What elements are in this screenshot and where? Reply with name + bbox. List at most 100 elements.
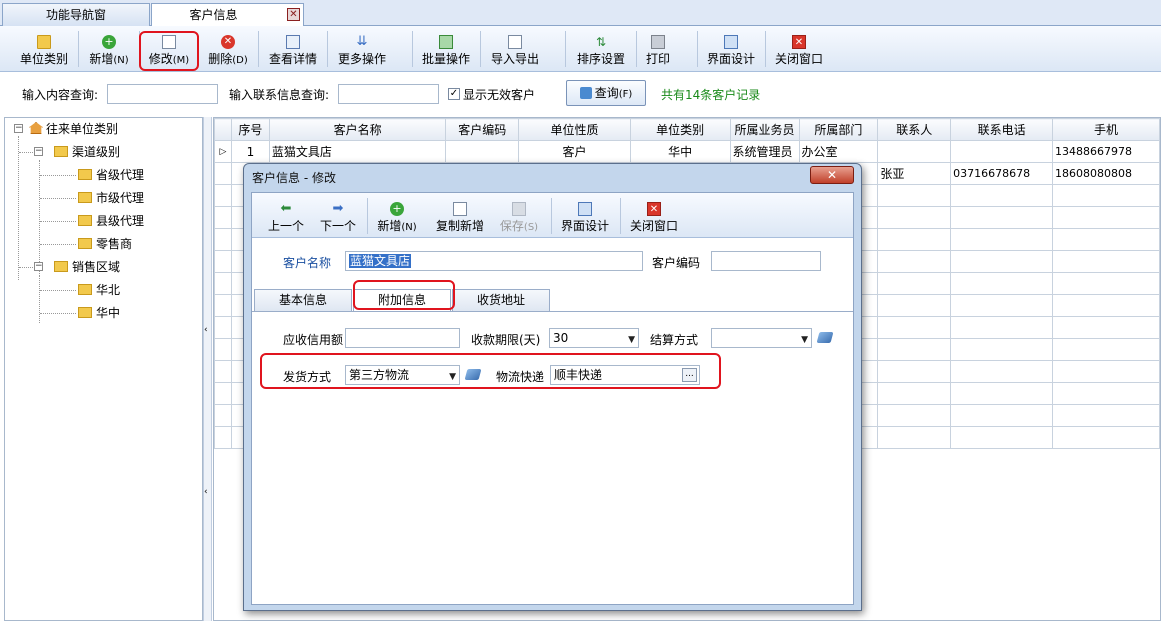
column-header[interactable]: 手机 [1052,118,1160,141]
dialog-close-window-button[interactable]: ✕ 关闭窗口 [626,196,682,236]
column-header[interactable]: 所属业务员 [729,118,800,141]
query-button[interactable]: 查询(F) [566,80,646,106]
folder-icon [54,146,68,157]
customer-name-input[interactable]: 蓝猫文具店 [345,251,643,271]
tab-customer-info-label: 客户信息 [189,8,238,22]
customer-code-input[interactable] [711,251,821,271]
tree-root-collapse-icon[interactable]: − [14,124,23,133]
record-count: 共有14条客户记录 [661,88,761,102]
column-header[interactable] [214,118,232,141]
arrow-left-icon: ⬅ [280,201,292,216]
tab-navigation[interactable]: 功能导航窗 [2,3,150,26]
tree-item[interactable]: 省级代理 [78,165,144,185]
dialog-ui-design-button[interactable]: 界面设计 [557,196,613,236]
column-header[interactable]: 联系电话 [950,118,1054,141]
dialog-title: 客户信息 - 修改 [252,171,336,185]
house-icon [29,122,43,134]
import-export-button[interactable]: 导入导出 [486,29,544,69]
category-tree: − 往来单位类别 − 渠道级别 省级代理 市级代理 县级代理 零售商 − 销售区… [4,117,203,621]
tab-shipping-address[interactable]: 收货地址 [452,289,550,311]
folder-icon [78,284,92,295]
dialog-add-button[interactable]: + 新增(N) [372,196,422,236]
import-export-icon [508,35,522,49]
column-header[interactable]: 单位性质 [518,118,631,141]
tab-highlight [353,280,455,310]
column-header[interactable]: 客户编码 [445,118,520,141]
view-detail-button[interactable]: 查看详情 [265,29,321,69]
tab-basic-info[interactable]: 基本信息 [254,289,352,311]
customer-code-label: 客户编码 [652,256,701,270]
tree-group-region[interactable]: 销售区域 [54,257,120,277]
batch-icon [439,35,453,49]
tree-item[interactable]: 华中 [78,303,120,323]
next-button[interactable]: ➡ 下一个 [316,196,360,236]
shipping-highlight [260,353,721,389]
payment-term-select[interactable]: 30 ▼ [549,328,639,348]
double-chevron-down-icon: ⇊ [356,34,368,49]
tree-group-collapse-icon[interactable]: − [34,262,43,271]
tree-group-collapse-icon[interactable]: − [34,147,43,156]
folder-icon [78,307,92,318]
plus-icon: + [102,35,116,49]
column-header[interactable]: 联系人 [877,118,952,141]
tree-item[interactable]: 华北 [78,280,120,300]
credit-limit-input[interactable] [345,328,460,348]
unit-category-button[interactable]: 单位类别 [16,29,72,69]
add-button[interactable]: + 新增(N) [84,29,134,69]
chevron-down-icon: ▼ [628,335,635,345]
more-ops-button[interactable]: ⇊ 更多操作 [333,29,391,69]
chevron-down-icon: ▼ [801,335,808,345]
folder-icon [78,192,92,203]
copy-add-button[interactable]: 复制新增 [432,196,488,236]
collapse-left-icon[interactable]: ‹ [204,325,208,335]
delete-button[interactable]: ✕ 删除(D) [203,29,253,69]
sort-icon: ⇅ [595,35,607,49]
search-icon [579,87,592,99]
copy-icon [453,202,467,216]
contact-search-input[interactable] [338,84,439,104]
book-icon[interactable] [816,332,834,346]
content-search-input[interactable] [107,84,218,104]
print-button[interactable]: 打印 [642,29,674,69]
collapse-left-icon[interactable]: ‹ [204,487,208,497]
panel-splitter[interactable]: ‹ ‹ [203,117,212,621]
layout-icon [724,35,738,49]
close-icon: ✕ [647,202,661,216]
close-window-button[interactable]: ✕ 关闭窗口 [771,29,827,69]
printer-icon [651,35,665,49]
batch-ops-button[interactable]: 批量操作 [418,29,474,69]
customer-edit-dialog: 客户信息 - 修改 ✕ ⬅ 上一个 ➡ 下一个 + 新增(N) 复制新增 保存(S) … [243,163,862,611]
tree-item[interactable]: 零售商 [78,234,132,254]
column-header[interactable]: 序号 [230,118,270,141]
edit-button-highlight [139,31,199,71]
tree-root[interactable]: 往来单位类别 [29,119,118,139]
save-button[interactable]: 保存(S) [495,196,543,236]
folder-icon [54,261,68,272]
folder-icon [78,169,92,180]
table-header: 序号 客户名称 客户编码 单位性质 单位类别 所属业务员 所属部门 联系人 联系… [214,118,1160,141]
arrow-right-icon: ➡ [332,201,344,216]
search-bar: 输入内容查询: 输入联系信息查询: ✓ 显示无效客户 查询(F) 共有14条客户… [0,72,1161,117]
column-header[interactable]: 单位类别 [629,118,731,141]
dialog-toolbar: ⬅ 上一个 ➡ 下一个 + 新增(N) 复制新增 保存(S) 界面设计 ✕ 关闭窗口 [252,193,853,238]
layout-icon [578,202,592,216]
folder-icon [78,215,92,226]
dialog-close-button[interactable]: ✕ [810,166,854,184]
settlement-label: 结算方式 [650,333,699,347]
content-search-label: 输入内容查询: [22,88,99,102]
prev-button[interactable]: ⬅ 上一个 [264,196,308,236]
show-invalid-checkbox[interactable]: ✓ [448,88,460,100]
tree-group-channel[interactable]: 渠道级别 [54,142,120,162]
column-header[interactable]: 所属部门 [798,118,879,141]
table-row[interactable]: ▷ 1 蓝猫文具店 客户 华中 系统管理员 办公室 13488667978 [214,140,1160,163]
tab-close-icon[interactable]: ✕ [287,8,300,21]
sort-settings-button[interactable]: ⇅ 排序设置 [572,29,630,69]
plus-icon: + [390,202,404,216]
row-indicator: ▷ [214,140,232,163]
tree-item[interactable]: 市级代理 [78,188,144,208]
settlement-select[interactable]: ▼ [711,328,812,348]
ui-design-button[interactable]: 界面设计 [703,29,759,69]
tree-item[interactable]: 县级代理 [78,211,144,231]
tab-customer-info[interactable]: 客户信息 ✕ [151,3,304,27]
column-header[interactable]: 客户名称 [268,118,447,141]
